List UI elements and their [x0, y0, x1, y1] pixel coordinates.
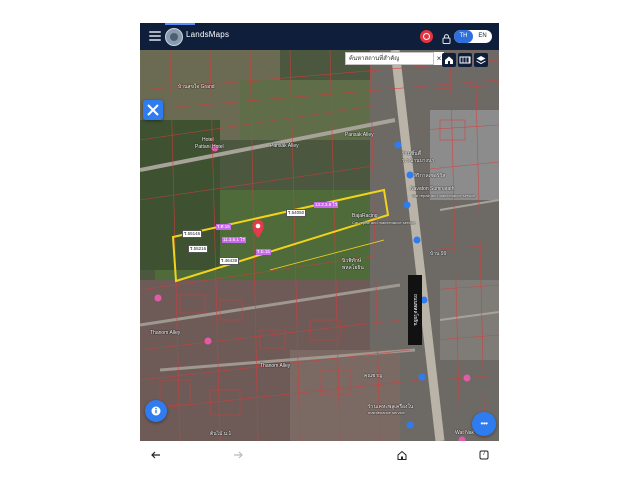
place-label: คุณชาญ [364, 373, 383, 379]
place-label: Hotel [202, 137, 214, 143]
search-icon[interactable] [420, 30, 433, 43]
parcel-area-label[interactable]: ร.ศ.15 [216, 224, 231, 230]
lang-en-option[interactable]: EN [473, 30, 492, 43]
place-label: บ้านสุขใจ Grand [178, 84, 215, 90]
place-label: Navaton Sumnarath [410, 186, 455, 192]
back-icon [151, 451, 160, 459]
place-label: พหลโยธิน [342, 265, 364, 271]
parcel-label[interactable]: ร.55146 [182, 230, 203, 238]
tabs-count: 7 [482, 451, 486, 457]
place-search-input[interactable]: ค้นหาสถานที่สำคัญ [345, 52, 434, 65]
top-bar: LandsMaps TH EN [140, 23, 499, 50]
forward-button[interactable] [232, 448, 244, 460]
app-window: LandsMaps TH EN ค้นหาสถานที่สำคัญ × บ้าน… [140, 23, 499, 469]
road-label-small: Thanom Alley [260, 363, 291, 369]
satellite-icon [147, 104, 159, 116]
place-label: Pattani Hotel [195, 144, 224, 150]
place-label: Car repair and maintenance service [412, 193, 476, 198]
menu-icon[interactable] [149, 31, 161, 41]
place-label: Car repair and maintenance service [352, 220, 416, 225]
parcel-label[interactable]: ร.46439 [219, 257, 240, 265]
road-label-small: Pansak Alley [345, 132, 374, 138]
parcel-area-label[interactable]: 13.2.3.8 ไร่ [314, 202, 339, 208]
parcel-area-label[interactable]: ร.ม.15 [256, 249, 271, 255]
place-label: BajaRacing [352, 213, 378, 219]
lang-th-option[interactable]: TH [454, 30, 473, 43]
layers-icon [476, 56, 486, 65]
tabs-button[interactable]: 7 [478, 448, 490, 460]
place-label: สิริกาลเซอร์วิส [414, 173, 446, 179]
grid-icon [459, 56, 471, 64]
home-icon [445, 56, 453, 64]
more-icon: ••• [480, 419, 488, 428]
info-button[interactable] [145, 400, 167, 422]
browser-bottom-nav: 7 [140, 441, 499, 469]
place-label: บ้าน 99 [430, 251, 447, 257]
language-toggle[interactable]: TH EN [454, 30, 492, 43]
grid-button[interactable] [458, 53, 472, 67]
place-label: ร.ร.บ้านบางนา [402, 158, 435, 164]
parcel-area-label[interactable]: 11.3.5.1 ไร่ [222, 237, 246, 243]
layers-button[interactable] [474, 53, 488, 67]
top-accent-line [165, 23, 195, 25]
home-button[interactable] [442, 53, 456, 67]
home-nav-button[interactable] [396, 448, 408, 460]
road-label-small: Thanom Alley [150, 330, 181, 336]
road-label-small: Pansak Alley [270, 143, 299, 149]
more-options-button[interactable]: ••• [472, 412, 496, 436]
parcel-label[interactable]: ร.55216 [188, 245, 209, 253]
app-title: LandsMaps [186, 30, 230, 39]
parcel-label[interactable]: ร.54050 [286, 209, 307, 217]
logo-icon [165, 28, 183, 46]
road-name-label: ถนนพหลโยธิน [408, 275, 422, 345]
forward-icon [234, 451, 243, 459]
place-label: maintenance service [368, 410, 405, 415]
info-icon [151, 406, 161, 416]
satellite-toggle-button[interactable] [143, 100, 163, 120]
place-label: ต้นไม้ ม.1 [210, 431, 232, 437]
satellite-map[interactable]: ค้นหาสถานที่สำคัญ × บ้านสุขใจ Grand Hote… [140, 50, 499, 441]
back-button[interactable] [150, 448, 162, 460]
home-icon [397, 450, 407, 460]
lock-icon[interactable] [442, 31, 451, 44]
